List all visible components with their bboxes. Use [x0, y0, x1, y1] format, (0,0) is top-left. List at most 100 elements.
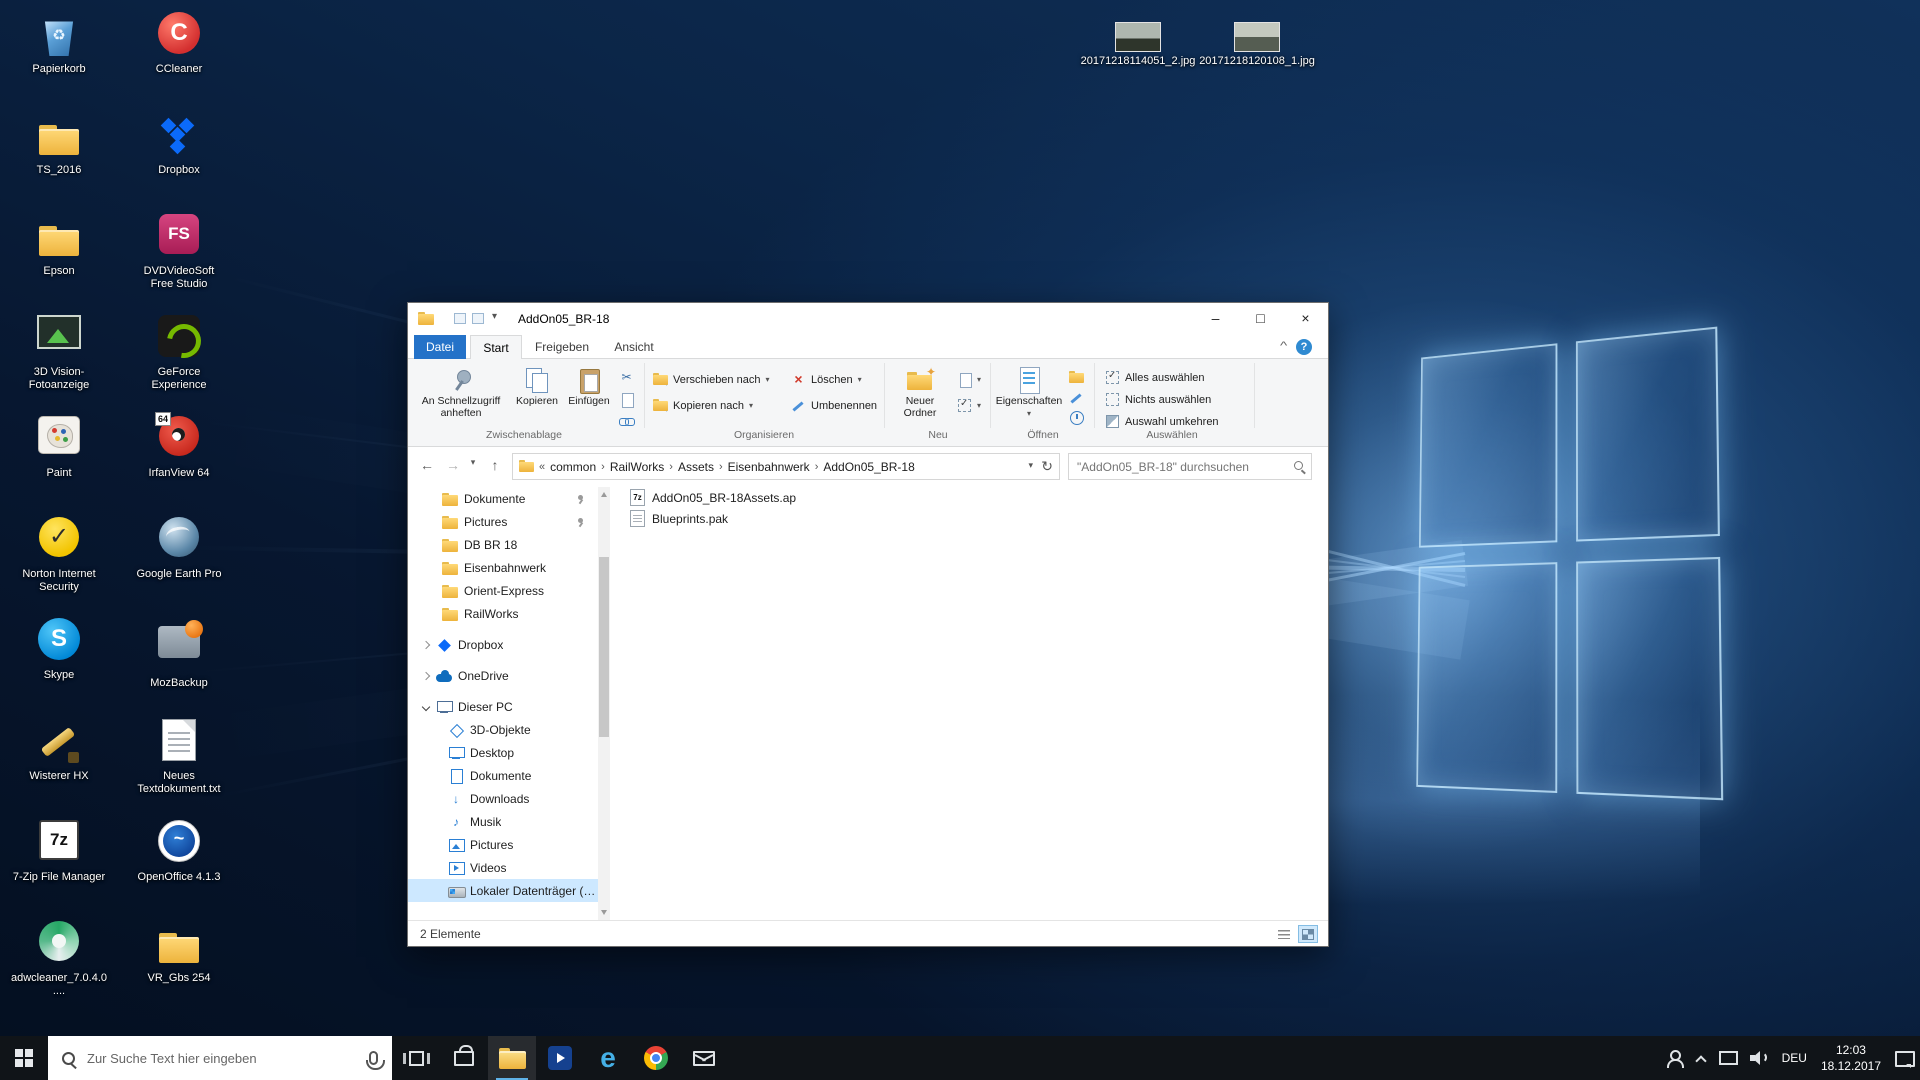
quick-access-button[interactable] [472, 313, 484, 324]
sidebar-item-orient-express[interactable]: Orient-Express [408, 579, 598, 602]
edit-button[interactable] [1066, 387, 1088, 408]
sidebar-item-videos[interactable]: Videos [408, 856, 598, 879]
scroll-up-icon[interactable] [601, 492, 607, 497]
address-dropdown-icon[interactable]: ▾ [1028, 460, 1033, 471]
address-bar[interactable]: « common › RailWorks › Assets › Eisenbah… [512, 453, 1060, 480]
mail-button[interactable] [680, 1036, 728, 1080]
sidebar-item-db-br-18[interactable]: DB BR 18 [408, 533, 598, 556]
scrollbar-thumb[interactable] [599, 557, 609, 737]
paste-button[interactable]: Einfügen [564, 363, 614, 429]
desktop-icon-dropbox[interactable]: Dropbox [131, 113, 227, 177]
desktop-icon-paint[interactable]: Paint [11, 416, 107, 480]
store-button[interactable] [440, 1036, 488, 1080]
new-item-button[interactable]: ▾ [954, 369, 984, 390]
file-menu-button[interactable]: Datei [414, 335, 466, 359]
file-row[interactable]: Blueprints.pak [622, 508, 1328, 529]
recent-locations-button[interactable]: ▾ [466, 457, 480, 468]
sidebar-scrollbar[interactable] [598, 487, 610, 920]
history-button[interactable] [1066, 407, 1088, 428]
desktop-icon-jpg-2[interactable]: 20171218120108_1.jpg [1198, 22, 1316, 68]
sidebar-item-musik[interactable]: ♪ Musik [408, 810, 598, 833]
sidebar-item-dropbox[interactable]: Dropbox [408, 633, 598, 656]
desktop-icon-ts2016[interactable]: TS_2016 [11, 113, 107, 177]
volume-button[interactable] [1743, 1036, 1775, 1080]
open-button[interactable] [1066, 367, 1088, 388]
sidebar-item-onedrive[interactable]: OneDrive [408, 664, 598, 687]
desktop-icon-papierkorb[interactable]: ♻ Papierkorb [11, 12, 107, 76]
new-folder-button[interactable]: ✦ Neuer Ordner [890, 363, 950, 429]
edge-button[interactable]: e [584, 1036, 632, 1080]
sidebar-item-pictures[interactable]: Pictures [408, 833, 598, 856]
people-button[interactable] [1659, 1036, 1689, 1080]
chevron-down-icon[interactable] [422, 703, 430, 711]
refresh-icon[interactable]: ↻ [1041, 458, 1053, 475]
taskbar-search[interactable]: Zur Suche Text hier eingeben [48, 1036, 392, 1080]
chevron-right-icon[interactable] [422, 641, 430, 649]
breadcrumb-segment[interactable]: Eisenbahnwerk [728, 460, 810, 474]
close-button[interactable]: × [1283, 303, 1328, 334]
move-to-button[interactable]: → Verschieben nach ▾ [650, 369, 784, 390]
collapse-ribbon-icon[interactable]: ^ [1280, 340, 1287, 352]
desktop-icon-adwcleaner[interactable]: adwcleaner_7.0.4.0.... [11, 921, 107, 998]
action-center-button[interactable] [1888, 1036, 1920, 1080]
sidebar-item-dieser-pc[interactable]: Dieser PC [408, 695, 598, 718]
sidebar-item-desktop[interactable]: Desktop [408, 741, 598, 764]
scroll-down-icon[interactable] [601, 910, 607, 915]
forward-button[interactable]: → [442, 457, 464, 473]
chevron-right-icon[interactable] [422, 672, 430, 680]
show-hidden-icons-button[interactable] [1689, 1036, 1712, 1080]
network-button[interactable] [1712, 1036, 1743, 1080]
desktop-icon-openoffice[interactable]: ~ OpenOffice 4.1.3 [131, 820, 227, 884]
desktop-icon-google-earth[interactable]: Google Earth Pro [131, 517, 227, 581]
file-list[interactable]: 7z AddOn05_BR-18Assets.ap Blueprints.pak [622, 487, 1328, 920]
file-explorer-button[interactable] [488, 1036, 536, 1080]
pin-quick-access-button[interactable]: An Schnellzugriff anheften [414, 363, 508, 429]
sidebar-item-pictures-quick[interactable]: Pictures [408, 510, 598, 533]
breadcrumb-overflow[interactable]: « [534, 461, 550, 473]
back-button[interactable]: ← [416, 457, 438, 473]
desktop-icon-norton[interactable]: ✓ Norton Internet Security [11, 517, 107, 594]
file-row[interactable]: 7z AddOn05_BR-18Assets.ap [622, 487, 1328, 508]
rename-button[interactable]: Umbenennen [788, 395, 880, 416]
media-app-button[interactable] [536, 1036, 584, 1080]
sidebar-item-eisenbahnwerk[interactable]: Eisenbahnwerk [408, 556, 598, 579]
desktop-icon-jpg-1[interactable]: 20171218114051_2.jpg [1079, 22, 1197, 68]
sidebar-item-dokumente-quick[interactable]: Dokumente [408, 487, 598, 510]
breadcrumb-segment[interactable]: RailWorks [610, 460, 664, 474]
search-box[interactable] [1068, 453, 1312, 480]
language-button[interactable]: DEU [1775, 1036, 1814, 1080]
desktop-icon-7zip[interactable]: 7z 7-Zip File Manager [11, 820, 107, 884]
cut-button[interactable]: ✂ [616, 367, 638, 388]
desktop-icon-wisterer[interactable]: Wisterer HX [11, 719, 107, 783]
clock-button[interactable]: 12:03 18.12.2017 [1814, 1036, 1888, 1080]
quick-access-button[interactable] [454, 313, 466, 324]
desktop-icon-vr-gbs[interactable]: VR_Gbs 254 [131, 921, 227, 985]
sidebar-item-downloads[interactable]: ↓ Downloads [408, 787, 598, 810]
maximize-button[interactable]: □ [1238, 303, 1283, 334]
icons-view-button[interactable] [1298, 925, 1318, 943]
desktop-icon-textdokument[interactable]: Neues Textdokument.txt [131, 719, 227, 796]
title-bar[interactable]: ▾ AddOn05_BR-18 – □ × [408, 303, 1328, 335]
copy-button[interactable]: Kopieren [512, 363, 562, 429]
desktop-icon-epson[interactable]: Epson [11, 214, 107, 278]
desktop-icon-dvdvideosoft[interactable]: FS DVDVideoSoft Free Studio [131, 214, 227, 291]
chevron-down-icon[interactable]: ▾ [492, 311, 497, 322]
desktop-icon-skype[interactable]: S Skype [11, 618, 107, 682]
minimize-button[interactable]: – [1193, 303, 1238, 334]
delete-button[interactable]: × Löschen ▾ [788, 369, 870, 390]
chrome-button[interactable] [632, 1036, 680, 1080]
tab-start[interactable]: Start [470, 335, 522, 360]
tab-ansicht[interactable]: Ansicht [604, 335, 664, 359]
copy-path-button[interactable] [616, 389, 638, 410]
start-button[interactable] [0, 1036, 48, 1080]
details-view-button[interactable] [1274, 925, 1294, 943]
sidebar-item-lokaler-datentraeger[interactable]: Lokaler Datenträger (C:) [408, 879, 598, 902]
desktop-icon-irfanview[interactable]: 64 IrfanView 64 [131, 416, 227, 480]
breadcrumb-segment[interactable]: common [550, 460, 596, 474]
select-none-button[interactable]: Nichts auswählen [1102, 389, 1242, 410]
desktop-icon-3d-vision[interactable]: 3D Vision-Fotoanzeige [11, 315, 107, 392]
desktop-icon-mozbackup[interactable]: MozBackup [131, 618, 227, 690]
desktop-icon-geforce[interactable]: GeForce Experience [131, 315, 227, 392]
breadcrumb-segment[interactable]: Assets [678, 460, 714, 474]
select-all-button[interactable]: Alles auswählen [1102, 367, 1242, 388]
